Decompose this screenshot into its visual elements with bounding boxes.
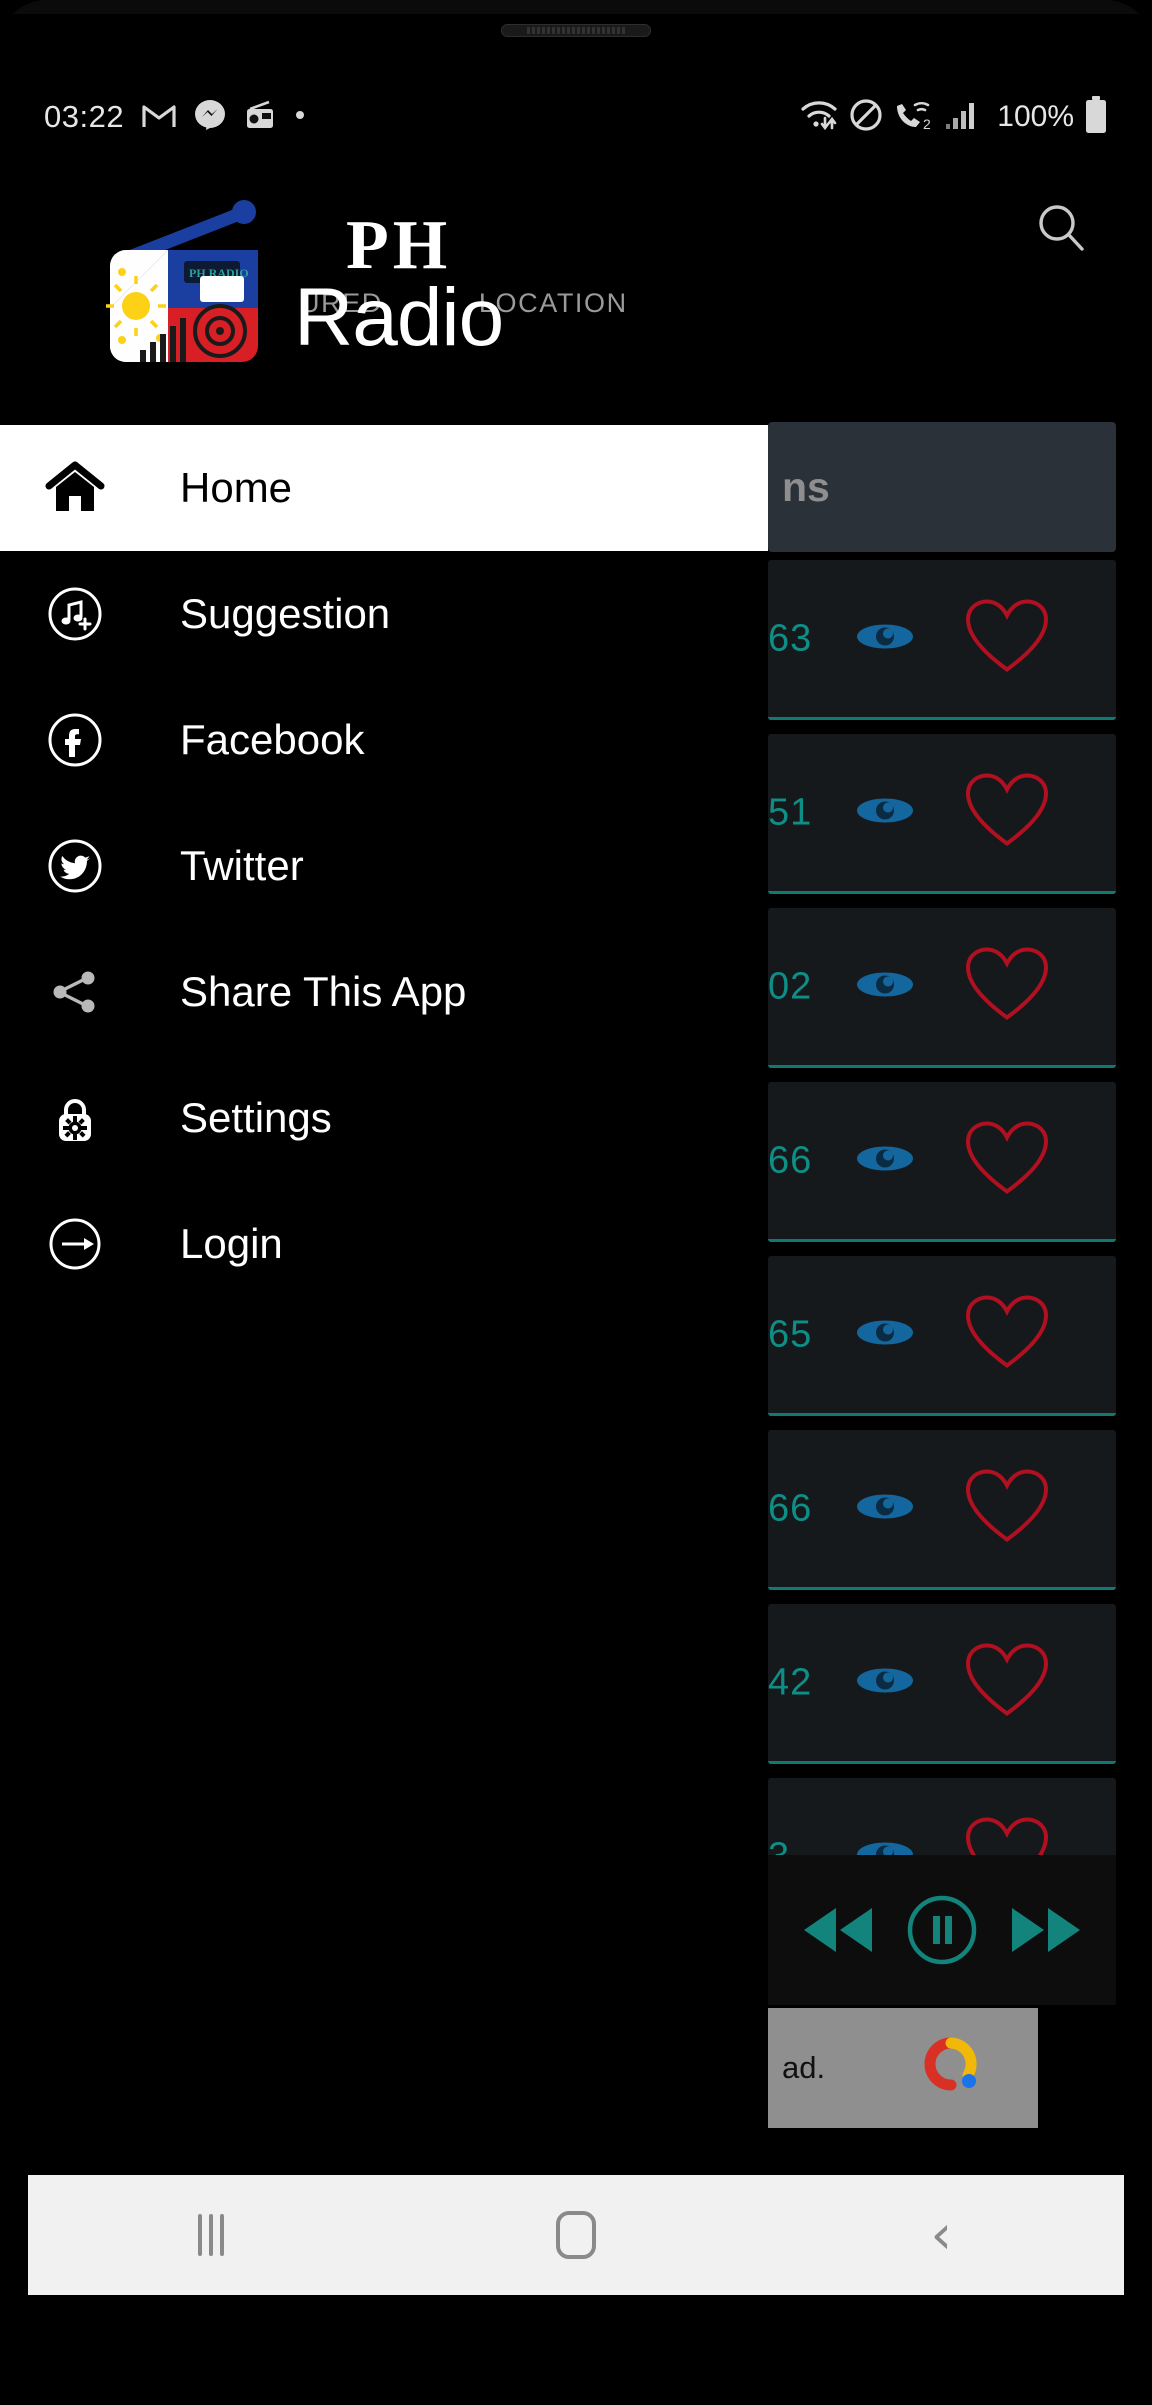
recents-icon[interactable] [151,2175,271,2295]
status-bar-right: 2 100% [799,95,1108,139]
station-frequency: 66 [768,1487,813,1529]
home-icon [36,459,114,517]
rewind-icon[interactable] [800,1904,876,1956]
do-not-disturb-icon [849,98,883,137]
battery-percent: 100% [997,100,1074,133]
navigation-drawer: Home Suggestion Facebook Twitter Share T… [0,425,768,2205]
heart-outline-icon[interactable] [964,1467,1050,1550]
phone-frame: 03:22 2 100% URED LOCATION ns 63 51 02 6… [0,0,1152,2405]
table-row[interactable]: 63 [768,560,1116,720]
brand-name-bottom: Radio [294,272,504,364]
login-arrow-icon [36,1216,114,1272]
sidebar-item-twitter[interactable]: Twitter [0,803,768,929]
heart-outline-icon[interactable] [964,1119,1050,1202]
ad-banner[interactable]: ad. [768,2008,1038,2128]
station-frequency: 63 [768,617,813,659]
search-icon[interactable] [1026,192,1096,262]
status-bar: 03:22 2 100% [0,88,1152,146]
sidebar-item-facebook[interactable]: Facebook [0,677,768,803]
sidebar-item-share-this-app[interactable]: Share This App [0,929,768,1055]
section-header-label: ns [782,463,830,510]
pause-circle-icon[interactable] [906,1894,978,1966]
svg-text:2: 2 [923,116,931,131]
admob-icon [920,2033,982,2103]
messenger-icon [194,99,226,136]
gmail-icon [142,101,176,134]
share-icon [36,964,114,1020]
wifi-icon [799,98,839,137]
bottom-bezel [0,2345,1152,2405]
signal-icon [945,100,979,135]
earpiece-speaker [501,24,651,37]
system-nav-bar: ‹ [28,2175,1124,2295]
facebook-icon [36,712,114,768]
station-frequency: 51 [768,791,813,833]
heart-outline-icon[interactable] [964,597,1050,680]
sidebar-item-suggestion[interactable]: Suggestion [0,551,768,677]
brand-name-top: PH [346,206,452,284]
station-frequency: 65 [768,1313,813,1355]
radio-icon [244,100,276,135]
radio-logo-icon: PH RADIO [106,199,258,362]
heart-outline-icon[interactable] [964,945,1050,1028]
sidebar-item-home[interactable]: Home [0,425,768,551]
eye-icon[interactable] [856,1663,914,1702]
fast-forward-icon[interactable] [1008,1904,1084,1956]
table-row[interactable]: 42 [768,1604,1116,1764]
eye-icon[interactable] [856,1489,914,1528]
music-note-add-icon [36,586,114,642]
sidebar-item-label: Share This App [180,968,467,1015]
battery-full-icon [1084,95,1108,139]
lock-gear-icon [36,1090,114,1146]
eye-icon[interactable] [856,1315,914,1354]
heart-outline-icon[interactable] [964,771,1050,854]
heart-outline-icon[interactable] [964,1293,1050,1376]
table-row[interactable]: 02 [768,908,1116,1068]
wifi-calling-icon: 2 [893,99,935,136]
twitter-icon [36,838,114,894]
sidebar-item-label: Login [180,1220,283,1267]
sidebar-item-label: Suggestion [180,590,391,637]
dot-icon [294,108,306,126]
table-row[interactable]: 66 [768,1430,1116,1590]
station-frequency: 66 [768,1139,813,1181]
table-row[interactable]: 65 [768,1256,1116,1416]
sidebar-item-label: Twitter [180,842,304,889]
station-frequency: 02 [768,965,813,1007]
status-clock: 03:22 [44,99,125,134]
back-icon[interactable]: ‹ [881,2175,1001,2295]
sidebar-item-label: Settings [180,1094,332,1141]
top-bezel [0,0,1152,14]
ad-label: ad. [782,2050,826,2085]
home-nav-icon[interactable] [516,2175,636,2295]
sidebar-item-label: Facebook [180,716,365,763]
eye-icon[interactable] [856,967,914,1006]
sidebar-item-settings[interactable]: Settings [0,1055,768,1181]
station-frequency: 42 [768,1661,813,1703]
station-list: 63 51 02 66 65 66 42 [768,560,1116,1952]
player-controls [768,1855,1116,2005]
table-row[interactable]: 66 [768,1082,1116,1242]
eye-icon[interactable] [856,1141,914,1180]
sidebar-item-login[interactable]: Login [0,1181,768,1307]
status-bar-left: 03:22 [44,99,306,136]
table-row[interactable]: 51 [768,734,1116,894]
section-header: ns [768,422,1116,552]
app-logo: PH RADIO PH Radio [92,195,712,375]
sidebar-item-label: Home [180,464,293,511]
eye-icon[interactable] [856,793,914,832]
eye-icon[interactable] [856,619,914,658]
heart-outline-icon[interactable] [964,1641,1050,1724]
